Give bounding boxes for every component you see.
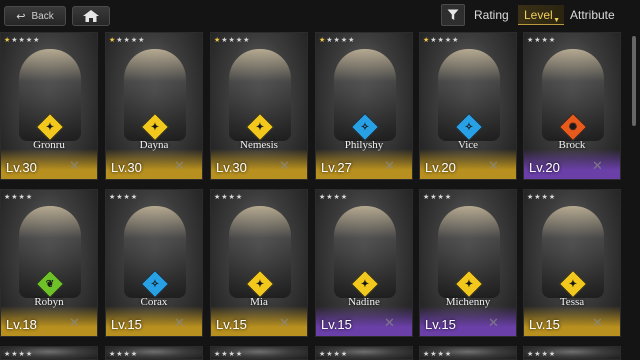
home-button[interactable] [72, 6, 110, 26]
character-card[interactable]: ★★★★ ✦ Tessa Lv.15 ✕ [523, 189, 621, 337]
sort-level-tab[interactable]: Level ▼ [518, 5, 564, 25]
sort-rating-tab[interactable]: Rating [474, 8, 509, 22]
x-mark-icon: ✕ [174, 158, 185, 173]
home-icon [83, 10, 99, 22]
back-button[interactable]: ↩ Back [4, 6, 66, 26]
star-rating: ★★★★ [4, 351, 34, 358]
character-level: Lv.18 [6, 317, 37, 332]
x-mark-icon: ✕ [279, 315, 290, 330]
x-mark-icon: ✕ [279, 158, 290, 173]
character-card[interactable]: ★★★★★ ✧ Philyshy Lv.27 ✕ [315, 32, 413, 180]
character-level: Lv.20 [529, 160, 560, 175]
character-card-partial[interactable]: ★★★★ [315, 346, 413, 360]
character-card-partial[interactable]: ★★★★ [419, 346, 517, 360]
star-grey: ★★★★ [326, 37, 356, 44]
x-mark-icon: ✕ [592, 158, 603, 173]
sort-level-label: Level [524, 8, 553, 22]
star-rating: ★★★★★ [109, 36, 145, 44]
star-rating: ★★★★★ [4, 36, 40, 44]
star-rating: ★★★★ [527, 351, 557, 358]
sort-direction-icon: ▼ [553, 17, 560, 24]
x-mark-icon: ✕ [488, 315, 499, 330]
star-rating: ★★★★★ [423, 36, 459, 44]
filter-button[interactable] [441, 4, 465, 26]
character-level: Lv.27 [321, 160, 352, 175]
character-level: Lv.30 [6, 160, 37, 175]
character-level: Lv.15 [321, 317, 352, 332]
scrollbar[interactable] [632, 36, 636, 126]
x-mark-icon: ✕ [592, 315, 603, 330]
x-mark-icon: ✕ [384, 315, 395, 330]
character-card[interactable]: ★★★★ ✦ Michenny Lv.15 ✕ [419, 189, 517, 337]
character-card[interactable]: ★★★★ ❦ Robyn Lv.18 ✕ [0, 189, 98, 337]
star-rating: ★★★★ [319, 193, 348, 201]
star-rating: ★★★★ [214, 193, 243, 201]
character-level: Lv.15 [529, 317, 560, 332]
sort-attribute-tab[interactable]: Attribute [570, 8, 615, 22]
star-rating: ★★★★ [109, 193, 138, 201]
character-card[interactable]: ★★★★ ✺ Brock Lv.20 ✕ [523, 32, 621, 180]
x-mark-icon: ✕ [69, 315, 80, 330]
star-rating: ★★★★ [527, 193, 556, 201]
character-card[interactable]: ★★★★ ✦ Nadine Lv.15 ✕ [315, 189, 413, 337]
character-card-partial[interactable]: ★★★★ [523, 346, 621, 360]
star-grey: ★★★★ [214, 194, 244, 201]
character-card[interactable]: ★★★★★ ✦ Nemesis Lv.30 ✕ [210, 32, 308, 180]
star-rating: ★★★★ [109, 351, 139, 358]
star-grey: ★★★★ [423, 194, 453, 201]
character-card-partial[interactable]: ★★★★ [0, 346, 98, 360]
x-mark-icon: ✕ [69, 158, 80, 173]
star-grey: ★★★★ [116, 37, 146, 44]
character-level: Lv.15 [111, 317, 142, 332]
star-grey: ★★★★ [430, 37, 460, 44]
star-rating: ★★★★★ [319, 36, 355, 44]
star-grey: ★★★★ [4, 194, 34, 201]
star-grey: ★★★★ [221, 37, 251, 44]
funnel-icon [447, 9, 459, 20]
character-card-partial[interactable]: ★★★★ [210, 346, 308, 360]
star-rating: ★★★★ [527, 36, 556, 44]
character-level: Lv.15 [216, 317, 247, 332]
star-rating: ★★★★ [423, 193, 452, 201]
top-bar: ↩ Back Rating Level ▼ Attribute [0, 0, 640, 30]
star-grey: ★★★★ [109, 194, 139, 201]
return-arrow-icon: ↩ [16, 10, 26, 23]
character-level: Lv.20 [425, 160, 456, 175]
character-card[interactable]: ★★★★★ ✧ Vice Lv.20 ✕ [419, 32, 517, 180]
x-mark-icon: ✕ [174, 315, 185, 330]
character-level: Lv.30 [111, 160, 142, 175]
star-rating: ★★★★ [423, 351, 453, 358]
star-grey: ★★★★ [527, 194, 557, 201]
star-rating: ★★★★ [214, 351, 244, 358]
back-label: Back [31, 10, 54, 22]
x-mark-icon: ✕ [488, 158, 499, 173]
character-level: Lv.15 [425, 317, 456, 332]
star-grey: ★★★★ [527, 37, 557, 44]
character-card[interactable]: ★★★★★ ✦ Dayna Lv.30 ✕ [105, 32, 203, 180]
star-grey: ★★★★ [11, 37, 41, 44]
character-level: Lv.30 [216, 160, 247, 175]
star-rating: ★★★★ [319, 351, 349, 358]
character-grid: ★★★★★ ✦ Gronru Lv.30 ✕ ★★★★★ ✦ Dayna Lv.… [0, 0, 640, 360]
star-grey: ★★★★ [319, 194, 349, 201]
character-card[interactable]: ★★★★ ✦ Mia Lv.15 ✕ [210, 189, 308, 337]
character-card-partial[interactable]: ★★★★ [105, 346, 203, 360]
star-rating: ★★★★ [4, 193, 33, 201]
character-card[interactable]: ★★★★★ ✦ Gronru Lv.30 ✕ [0, 32, 98, 180]
x-mark-icon: ✕ [384, 158, 395, 173]
star-rating: ★★★★★ [214, 36, 250, 44]
character-card[interactable]: ★★★★ ✧ Corax Lv.15 ✕ [105, 189, 203, 337]
